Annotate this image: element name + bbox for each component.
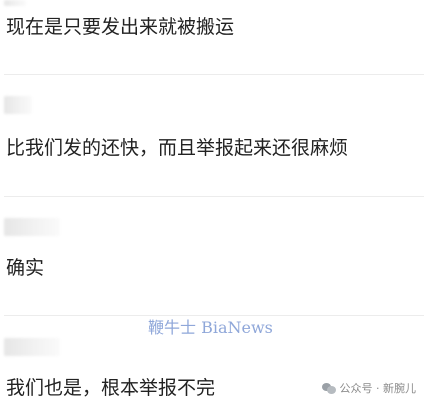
- divider: [4, 74, 424, 75]
- divider: [4, 196, 424, 197]
- avatar: [4, 218, 60, 236]
- comment-text: 比我们发的还快，而且举报起来还很麻烦: [6, 137, 349, 159]
- avatar: [4, 0, 26, 6]
- attribution-text: 公众号 · 新腕儿: [339, 382, 417, 395]
- avatar: [4, 96, 32, 114]
- comment-text: 确实: [6, 257, 45, 279]
- comment-text: 现在是只要发出来就被搬运: [6, 16, 235, 38]
- avatar: [4, 338, 60, 356]
- attribution: 公众号 · 新腕儿: [321, 380, 417, 396]
- comment-text: 我们也是，根本举报不完: [6, 377, 216, 399]
- watermark-text: 鞭牛士 BiaNews: [148, 318, 273, 337]
- wechat-icon: [321, 382, 336, 394]
